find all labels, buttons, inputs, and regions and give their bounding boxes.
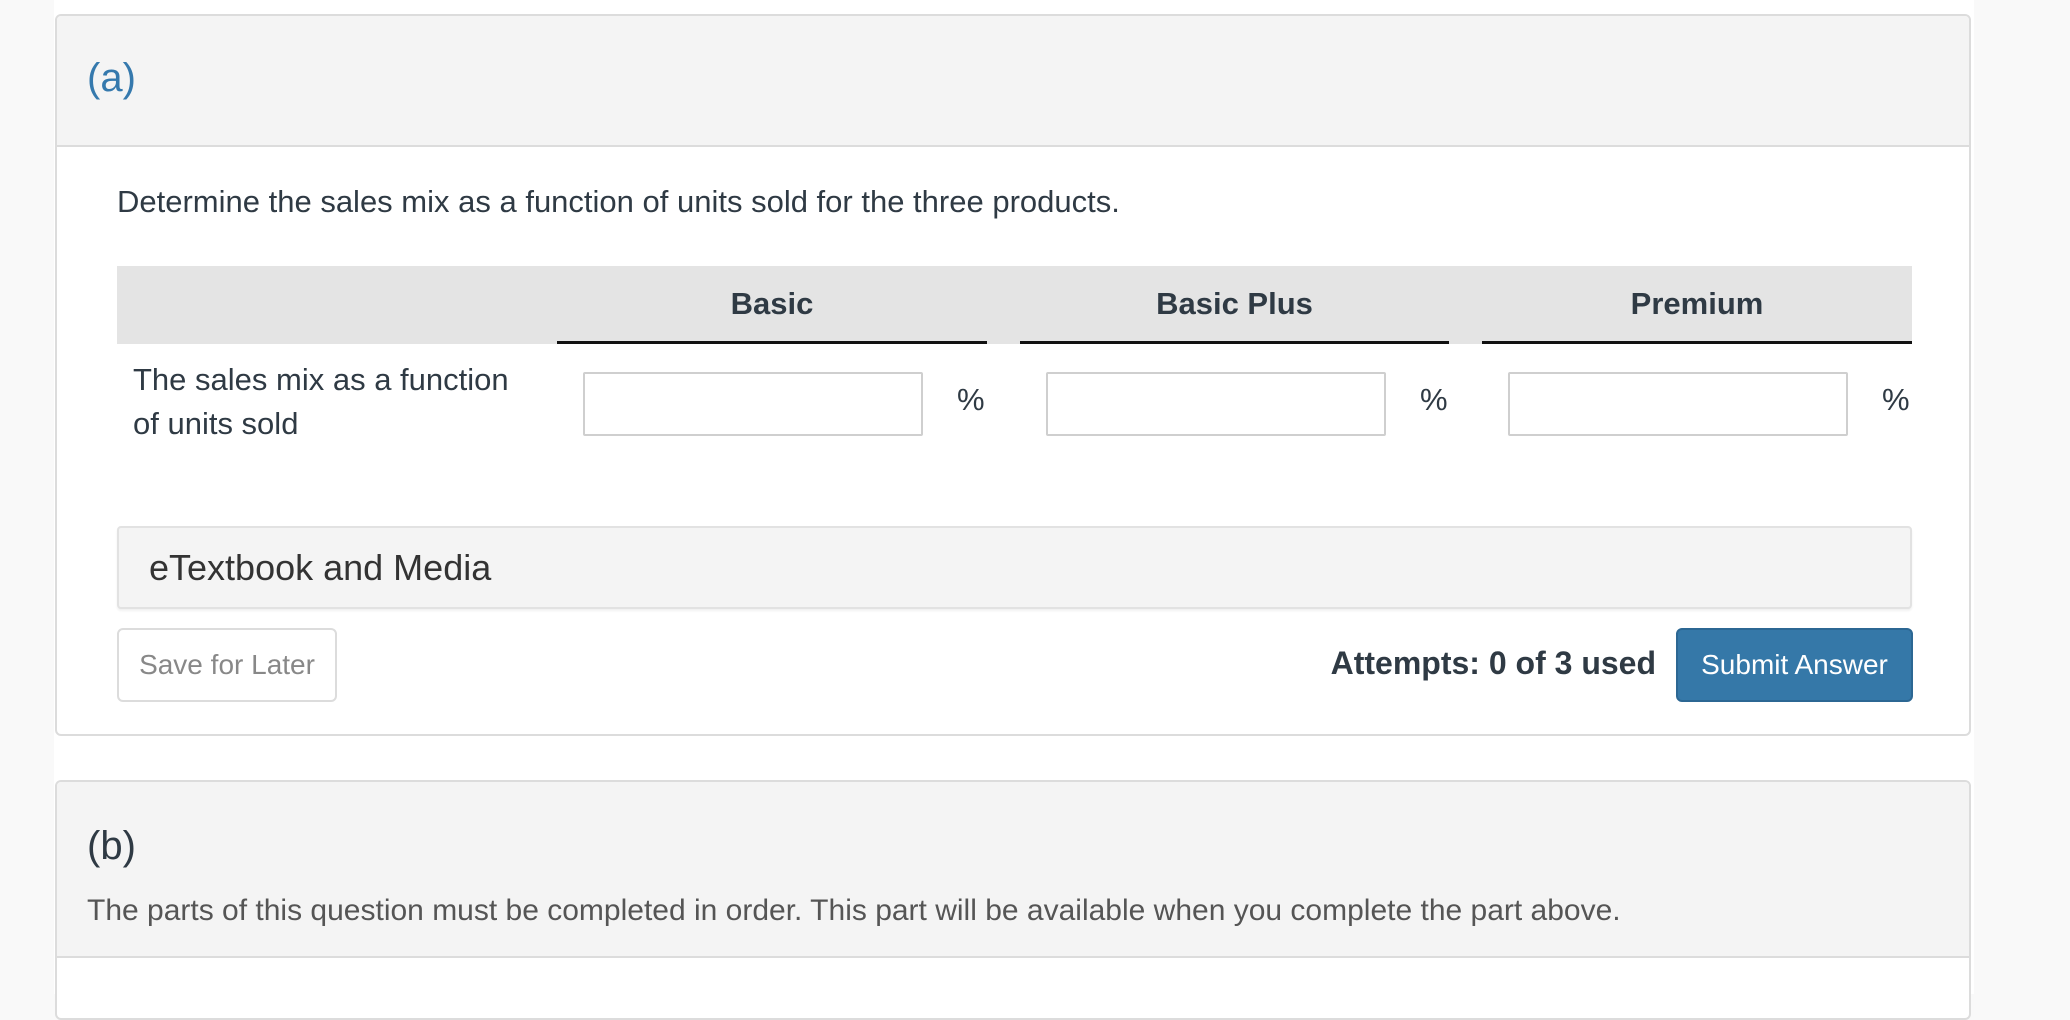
question-text: Determine the sales mix as a function of… (117, 184, 1120, 219)
basic-plus-sales-mix-input[interactable] (1046, 372, 1386, 436)
answer-table-header: Basic Basic Plus Premium (117, 266, 1912, 344)
question-part-a: (a) Determine the sales mix as a functio… (55, 14, 1971, 736)
column-header-premium: Premium (1482, 266, 1912, 344)
row-label: The sales mix as a function of units sol… (133, 358, 533, 446)
basic-sales-mix-input[interactable] (583, 372, 923, 436)
column-header-basic-plus: Basic Plus (1020, 266, 1449, 344)
part-a-header: (a) (57, 16, 1969, 147)
row-label-line-1: The sales mix as a function (133, 362, 509, 397)
part-b-header: (b) The parts of this question must be c… (57, 782, 1969, 958)
etextbook-label: eTextbook and Media (149, 546, 492, 588)
premium-sales-mix-input[interactable] (1508, 372, 1848, 436)
submit-answer-button[interactable]: Submit Answer (1676, 628, 1913, 702)
part-b-locked-message: The parts of this question must be compl… (87, 894, 1621, 927)
etextbook-and-media-toggle[interactable]: eTextbook and Media (117, 526, 1912, 609)
attempts-counter: Attempts: 0 of 3 used (1330, 645, 1656, 681)
basic-plus-percent-unit: % (1420, 382, 1448, 417)
column-header-basic: Basic (557, 266, 987, 344)
row-label-line-2: of units sold (133, 406, 299, 441)
basic-percent-unit: % (957, 382, 985, 417)
part-b-label: (b) (87, 824, 136, 868)
save-for-later-button[interactable]: Save for Later (117, 628, 337, 702)
premium-percent-unit: % (1882, 382, 1910, 417)
part-a-label: (a) (87, 56, 136, 100)
question-part-b: (b) The parts of this question must be c… (55, 780, 1971, 1020)
